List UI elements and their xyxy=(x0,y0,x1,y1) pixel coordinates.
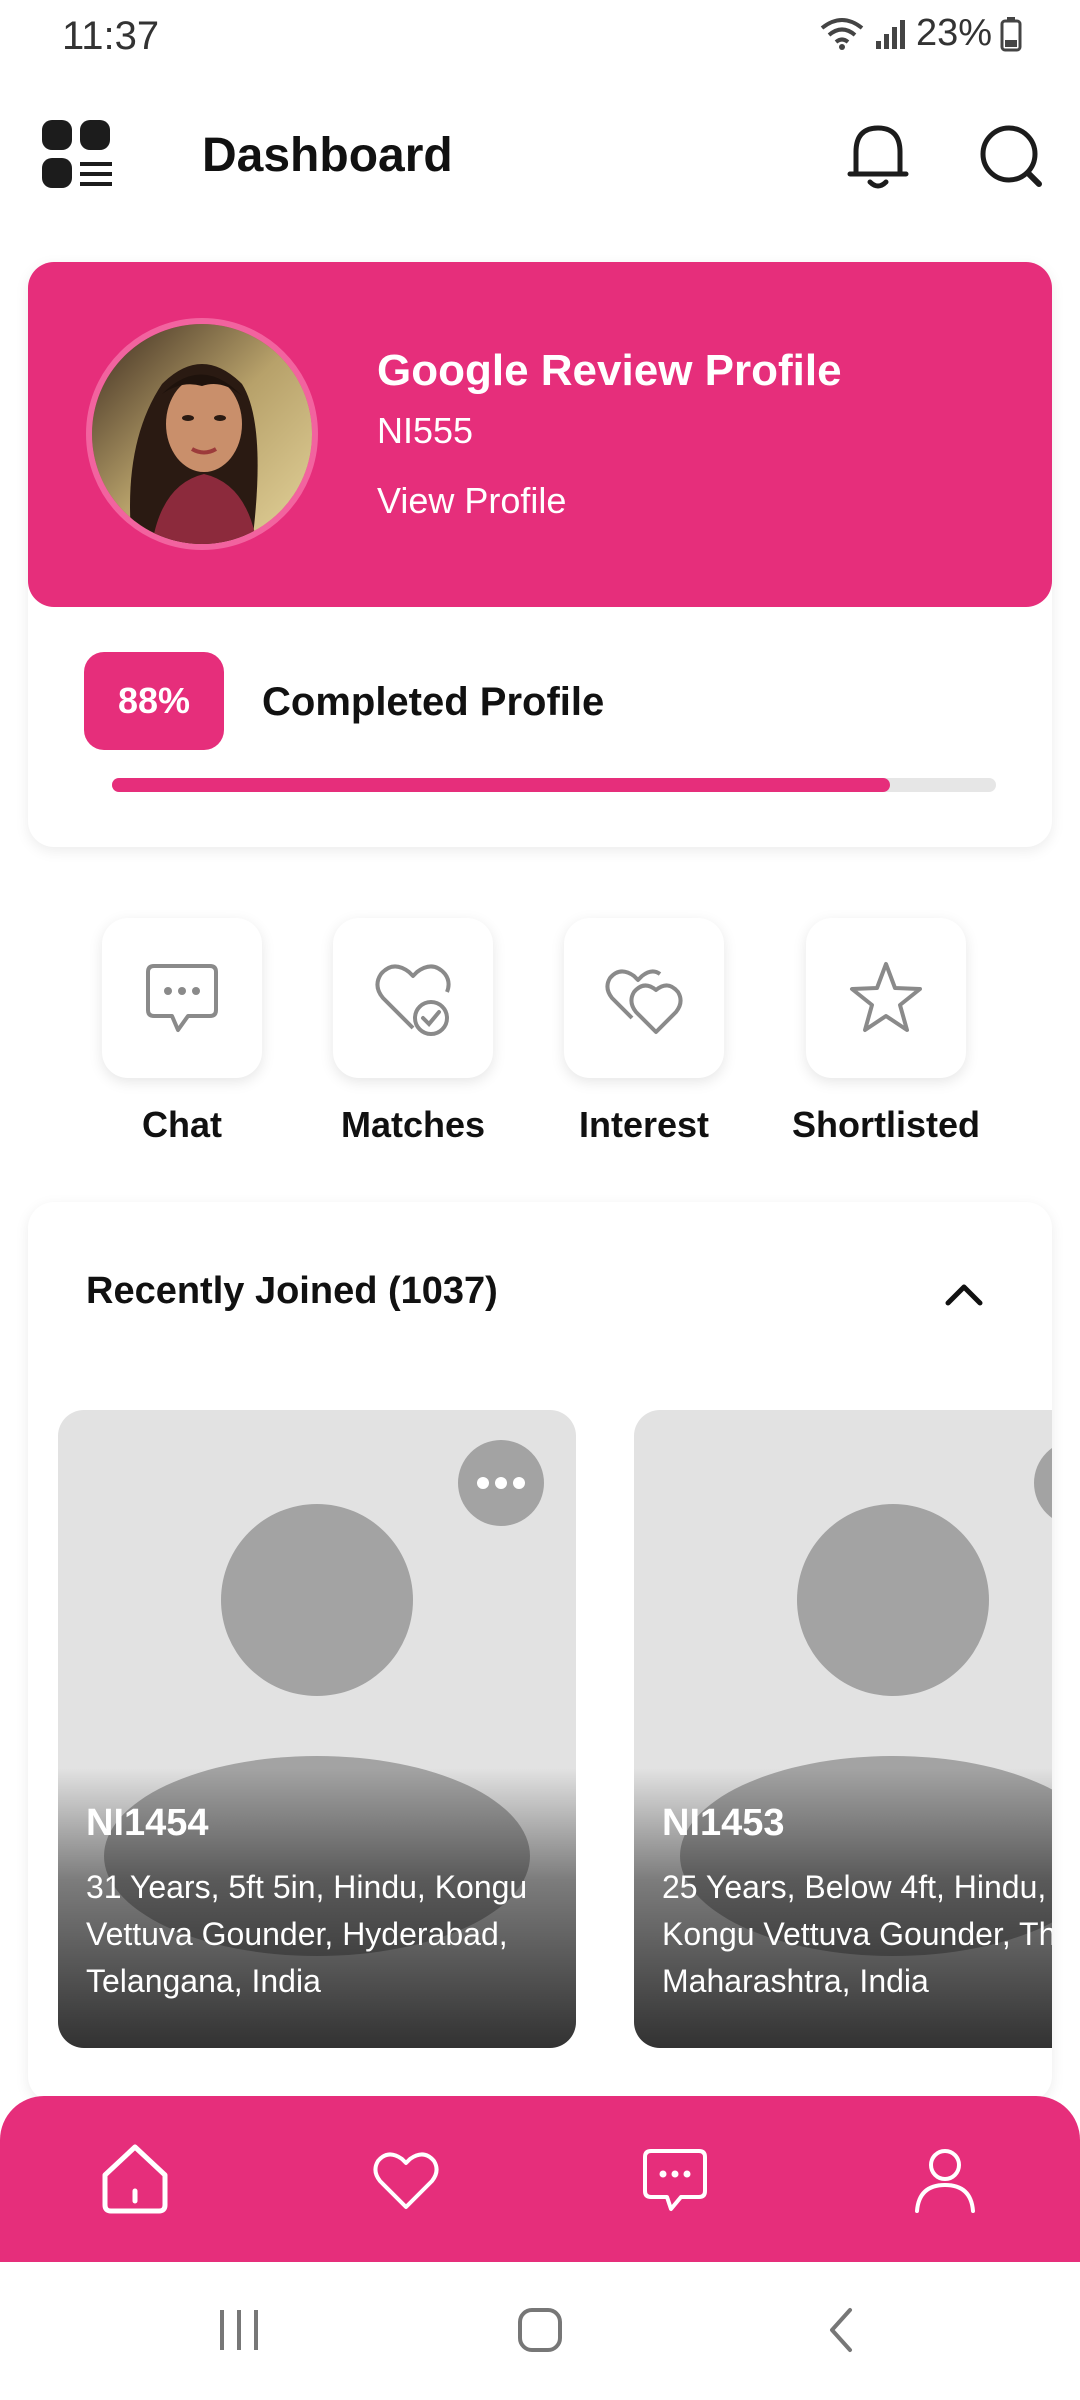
search-button[interactable] xyxy=(975,118,1047,199)
completion-progress-track xyxy=(112,778,996,792)
nav-home[interactable] xyxy=(92,2136,178,2222)
recently-joined-title: Recently Joined (1037) xyxy=(86,1270,498,1312)
status-time: 11:37 xyxy=(62,14,160,58)
wifi-icon xyxy=(820,17,864,50)
profile-photo xyxy=(92,324,312,544)
battery-icon xyxy=(1000,16,1022,51)
quick-action-chat[interactable]: Chat xyxy=(82,918,282,1146)
completion-badge: 88% xyxy=(84,652,224,750)
completion-label: Completed Profile xyxy=(262,680,605,724)
shortlisted-tile[interactable] xyxy=(806,918,966,1078)
recently-joined-section: Recently Joined (1037) NI1454 31 Years, … xyxy=(28,1202,1052,2102)
star-icon xyxy=(850,962,922,1032)
quick-actions: Chat Matches Interest Shortlisted xyxy=(0,918,1080,1158)
profile-name: Google Review Profile xyxy=(377,346,842,395)
bell-icon xyxy=(847,125,909,189)
home-square-icon xyxy=(518,2308,562,2352)
profile-banner: Google Review Profile NI555 View Profile xyxy=(28,262,1052,607)
member-id: NI1453 xyxy=(662,1802,785,1844)
signal-icon xyxy=(875,19,905,49)
recent-apps-icon xyxy=(220,2310,258,2350)
home-icon xyxy=(102,2144,168,2214)
battery-percent: 23% xyxy=(915,12,992,54)
quick-action-label: Interest xyxy=(578,1104,710,1145)
more-options-button[interactable] xyxy=(1034,1440,1052,1526)
page-title: Dashboard xyxy=(202,129,453,182)
member-card[interactable]: NI1454 31 Years, 5ft 5in, Hindu, Kongu V… xyxy=(58,1410,576,2048)
matches-tile[interactable] xyxy=(333,918,493,1078)
quick-action-interest[interactable]: Interest xyxy=(544,918,744,1146)
placeholder-avatar-head xyxy=(221,1504,413,1696)
back-button[interactable] xyxy=(824,2306,858,2359)
quick-action-label: Chat xyxy=(142,1104,222,1145)
two-hearts-icon xyxy=(605,969,683,1034)
nav-chat[interactable] xyxy=(632,2136,718,2222)
member-card[interactable]: NI1453 25 Years, Below 4ft, Hindu, Kongu… xyxy=(634,1410,1052,2048)
heart-check-icon xyxy=(375,964,451,1036)
quick-action-shortlisted[interactable]: Shortlisted xyxy=(786,918,986,1146)
profile-card: Google Review Profile NI555 View Profile… xyxy=(28,262,1052,847)
quick-action-matches[interactable]: Matches xyxy=(313,918,513,1146)
avatar[interactable] xyxy=(86,318,318,550)
system-navigation-bar xyxy=(0,2262,1080,2400)
profile-id: NI555 xyxy=(377,410,474,451)
recent-apps-button[interactable] xyxy=(214,2306,264,2357)
nav-favorites[interactable] xyxy=(363,2136,449,2222)
quick-action-label: Shortlisted xyxy=(791,1104,980,1145)
more-dots-icon xyxy=(477,1477,525,1489)
chat-icon xyxy=(146,964,218,1032)
app-header: Dashboard xyxy=(0,100,1080,220)
profile-icon xyxy=(915,2149,975,2213)
collapse-button[interactable] xyxy=(934,1264,994,1324)
chat-icon xyxy=(643,2149,707,2211)
dashboard-grid-icon xyxy=(42,120,112,188)
quick-action-label: Matches xyxy=(340,1104,486,1145)
nav-profile[interactable] xyxy=(902,2136,988,2222)
interest-tile[interactable] xyxy=(564,918,724,1078)
notifications-button[interactable] xyxy=(842,118,914,199)
back-chevron-icon xyxy=(830,2308,852,2352)
more-options-button[interactable] xyxy=(458,1440,544,1526)
view-profile-link[interactable]: View Profile xyxy=(377,480,566,522)
status-bar: 11:37 23% xyxy=(0,0,1080,74)
menu-button[interactable] xyxy=(40,118,116,194)
member-details: 31 Years, 5ft 5in, Hindu, Kongu Vettuva … xyxy=(86,1869,528,1999)
chat-tile[interactable] xyxy=(102,918,262,1078)
placeholder-avatar-head xyxy=(797,1504,989,1696)
chevron-up-icon xyxy=(945,1284,983,1306)
bottom-nav xyxy=(0,2096,1080,2262)
status-icons: 23% xyxy=(818,12,1022,55)
completion-progress-fill xyxy=(112,778,890,792)
home-system-button[interactable] xyxy=(516,2306,564,2359)
search-icon xyxy=(980,125,1042,187)
heart-icon xyxy=(373,2152,439,2209)
member-id: NI1454 xyxy=(86,1802,209,1844)
member-details: 25 Years, Below 4ft, Hindu, Kongu Vettuv… xyxy=(662,1869,1052,1999)
